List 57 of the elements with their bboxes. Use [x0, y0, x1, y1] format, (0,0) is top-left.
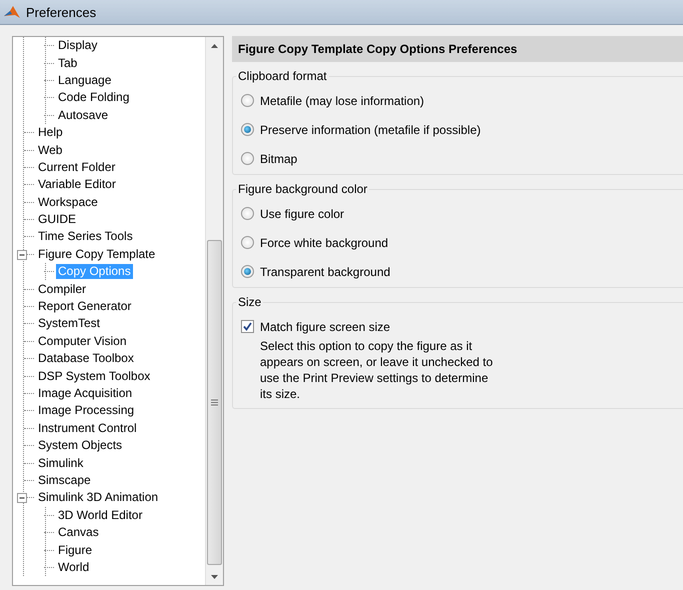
tree-item[interactable]: Database Toolbox	[36, 351, 136, 366]
window-title: Preferences	[26, 4, 96, 20]
scroll-up-icon[interactable]	[211, 44, 218, 48]
tree-item[interactable]: Image Processing	[36, 403, 136, 418]
option-label: Match figure screen size	[260, 320, 390, 334]
tree-item[interactable]: GUIDE	[36, 212, 78, 228]
tree-item[interactable]: DSP System Toolbox	[36, 368, 152, 384]
tree-item[interactable]: Display	[56, 38, 100, 54]
tree-item[interactable]: Figure	[56, 542, 94, 558]
tree-item[interactable]: Instrument Control	[36, 420, 139, 436]
tree-item[interactable]: Report Generator	[36, 299, 134, 314]
tree-item[interactable]: Tab	[56, 56, 80, 71]
tree-item[interactable]: 3D World Editor	[56, 508, 144, 523]
option-label: Preserve information (metafile if possible)	[260, 122, 481, 136]
tree-item[interactable]: Image Acquisition	[36, 386, 134, 401]
tree-item[interactable]: Code Folding	[56, 90, 132, 106]
option-label: Metafile (may lose information)	[260, 94, 424, 108]
tree-item[interactable]: Simulink 3D Animation	[36, 490, 160, 506]
option-label: Transparent background	[260, 264, 390, 278]
radio-button[interactable]	[241, 152, 254, 165]
collapse-icon[interactable]	[17, 250, 27, 260]
radio-button[interactable]	[241, 123, 254, 136]
tree-item[interactable]: Compiler	[36, 282, 88, 297]
tree-item[interactable]: Canvas	[56, 525, 101, 540]
tree-item[interactable]: Current Folder	[36, 160, 118, 175]
tree-item[interactable]: Variable Editor	[36, 177, 118, 192]
tree-item[interactable]: Figure Copy Template	[36, 246, 158, 262]
tree-item[interactable]: Language	[56, 72, 114, 88]
panel-header: Figure Copy Template Copy Options Preferences	[232, 36, 683, 62]
radio-button[interactable]	[241, 207, 254, 220]
tree-item[interactable]: World	[56, 560, 92, 575]
tree-item[interactable]: System Objects	[36, 438, 124, 454]
scrollbar-thumb[interactable]	[207, 240, 222, 565]
tree-item[interactable]: SystemTest	[36, 316, 102, 332]
scroll-down-icon[interactable]	[211, 574, 218, 578]
tree-item[interactable]: Autosave	[56, 108, 110, 123]
app-logo-icon	[4, 5, 20, 19]
group-title: Figure background color	[236, 182, 370, 196]
radio-button[interactable]	[241, 94, 254, 107]
radio-button[interactable]	[241, 265, 254, 278]
tree-item[interactable]: Computer Vision	[36, 334, 128, 349]
radio-button[interactable]	[241, 236, 254, 249]
collapse-icon[interactable]	[17, 493, 27, 504]
grip-icon	[211, 399, 218, 406]
group-title: Size	[236, 295, 264, 309]
option-description: Select this option to copy the figure as it appears on screen, or leave it unchecked to use the Print Preview settings to determine its size.	[260, 338, 494, 402]
tree-item[interactable]: Simscape	[36, 472, 93, 488]
checkbox[interactable]	[241, 320, 254, 333]
tree-item[interactable]: Simulink	[36, 456, 86, 471]
option-label: Force white background	[260, 236, 388, 250]
tree-item[interactable]: Workspace	[36, 194, 100, 210]
option-label: Use figure color	[260, 206, 344, 220]
tree-item[interactable]: Help	[36, 125, 65, 140]
option-label: Bitmap	[260, 152, 298, 166]
tree-item[interactable]: Web	[36, 142, 64, 158]
tree-item[interactable]: Time Series Tools	[36, 229, 135, 244]
group-title: Clipboard format	[236, 69, 329, 83]
